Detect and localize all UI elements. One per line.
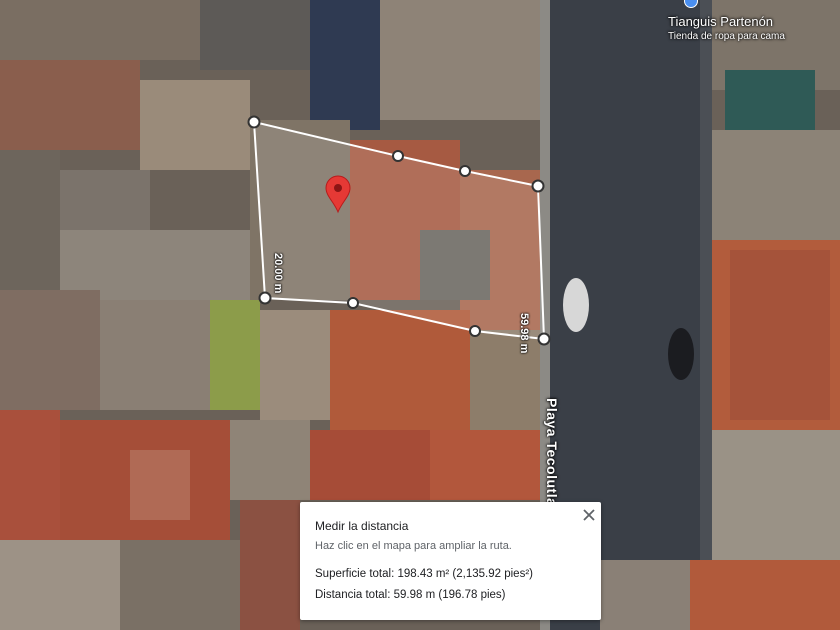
segment-length-right: 59.98 m (518, 313, 530, 354)
close-icon[interactable] (580, 506, 598, 524)
total-distance: Distancia total: 59.98 m (196.78 pies) (315, 589, 506, 601)
vertex-handle[interactable] (258, 291, 272, 305)
panel-hint: Haz clic en el mapa para ampliar la ruta… (315, 540, 512, 552)
vertex-handle[interactable] (537, 332, 551, 346)
panel-title: Medir la distancia (315, 519, 409, 533)
vertex-handle[interactable] (347, 297, 359, 309)
car (563, 278, 589, 332)
vertex-handle[interactable] (469, 325, 481, 337)
total-area: Superficie total: 198.43 m² (2,135.92 pi… (315, 568, 533, 580)
vertex-handle[interactable] (531, 179, 545, 193)
street-label: Playa Tecolutla (544, 398, 560, 507)
poi-subtitle: Tienda de ropa para cama (668, 31, 785, 42)
segment-length-left: 20.00 m (272, 253, 284, 294)
vertex-handle[interactable] (392, 150, 404, 162)
car (668, 328, 694, 380)
measure-distance-panel: Medir la distancia Haz clic en el mapa p… (300, 502, 601, 620)
vertex-handle[interactable] (247, 115, 261, 129)
poi-name: Tianguis Partenón (668, 14, 774, 29)
vertex-handle[interactable] (459, 165, 471, 177)
